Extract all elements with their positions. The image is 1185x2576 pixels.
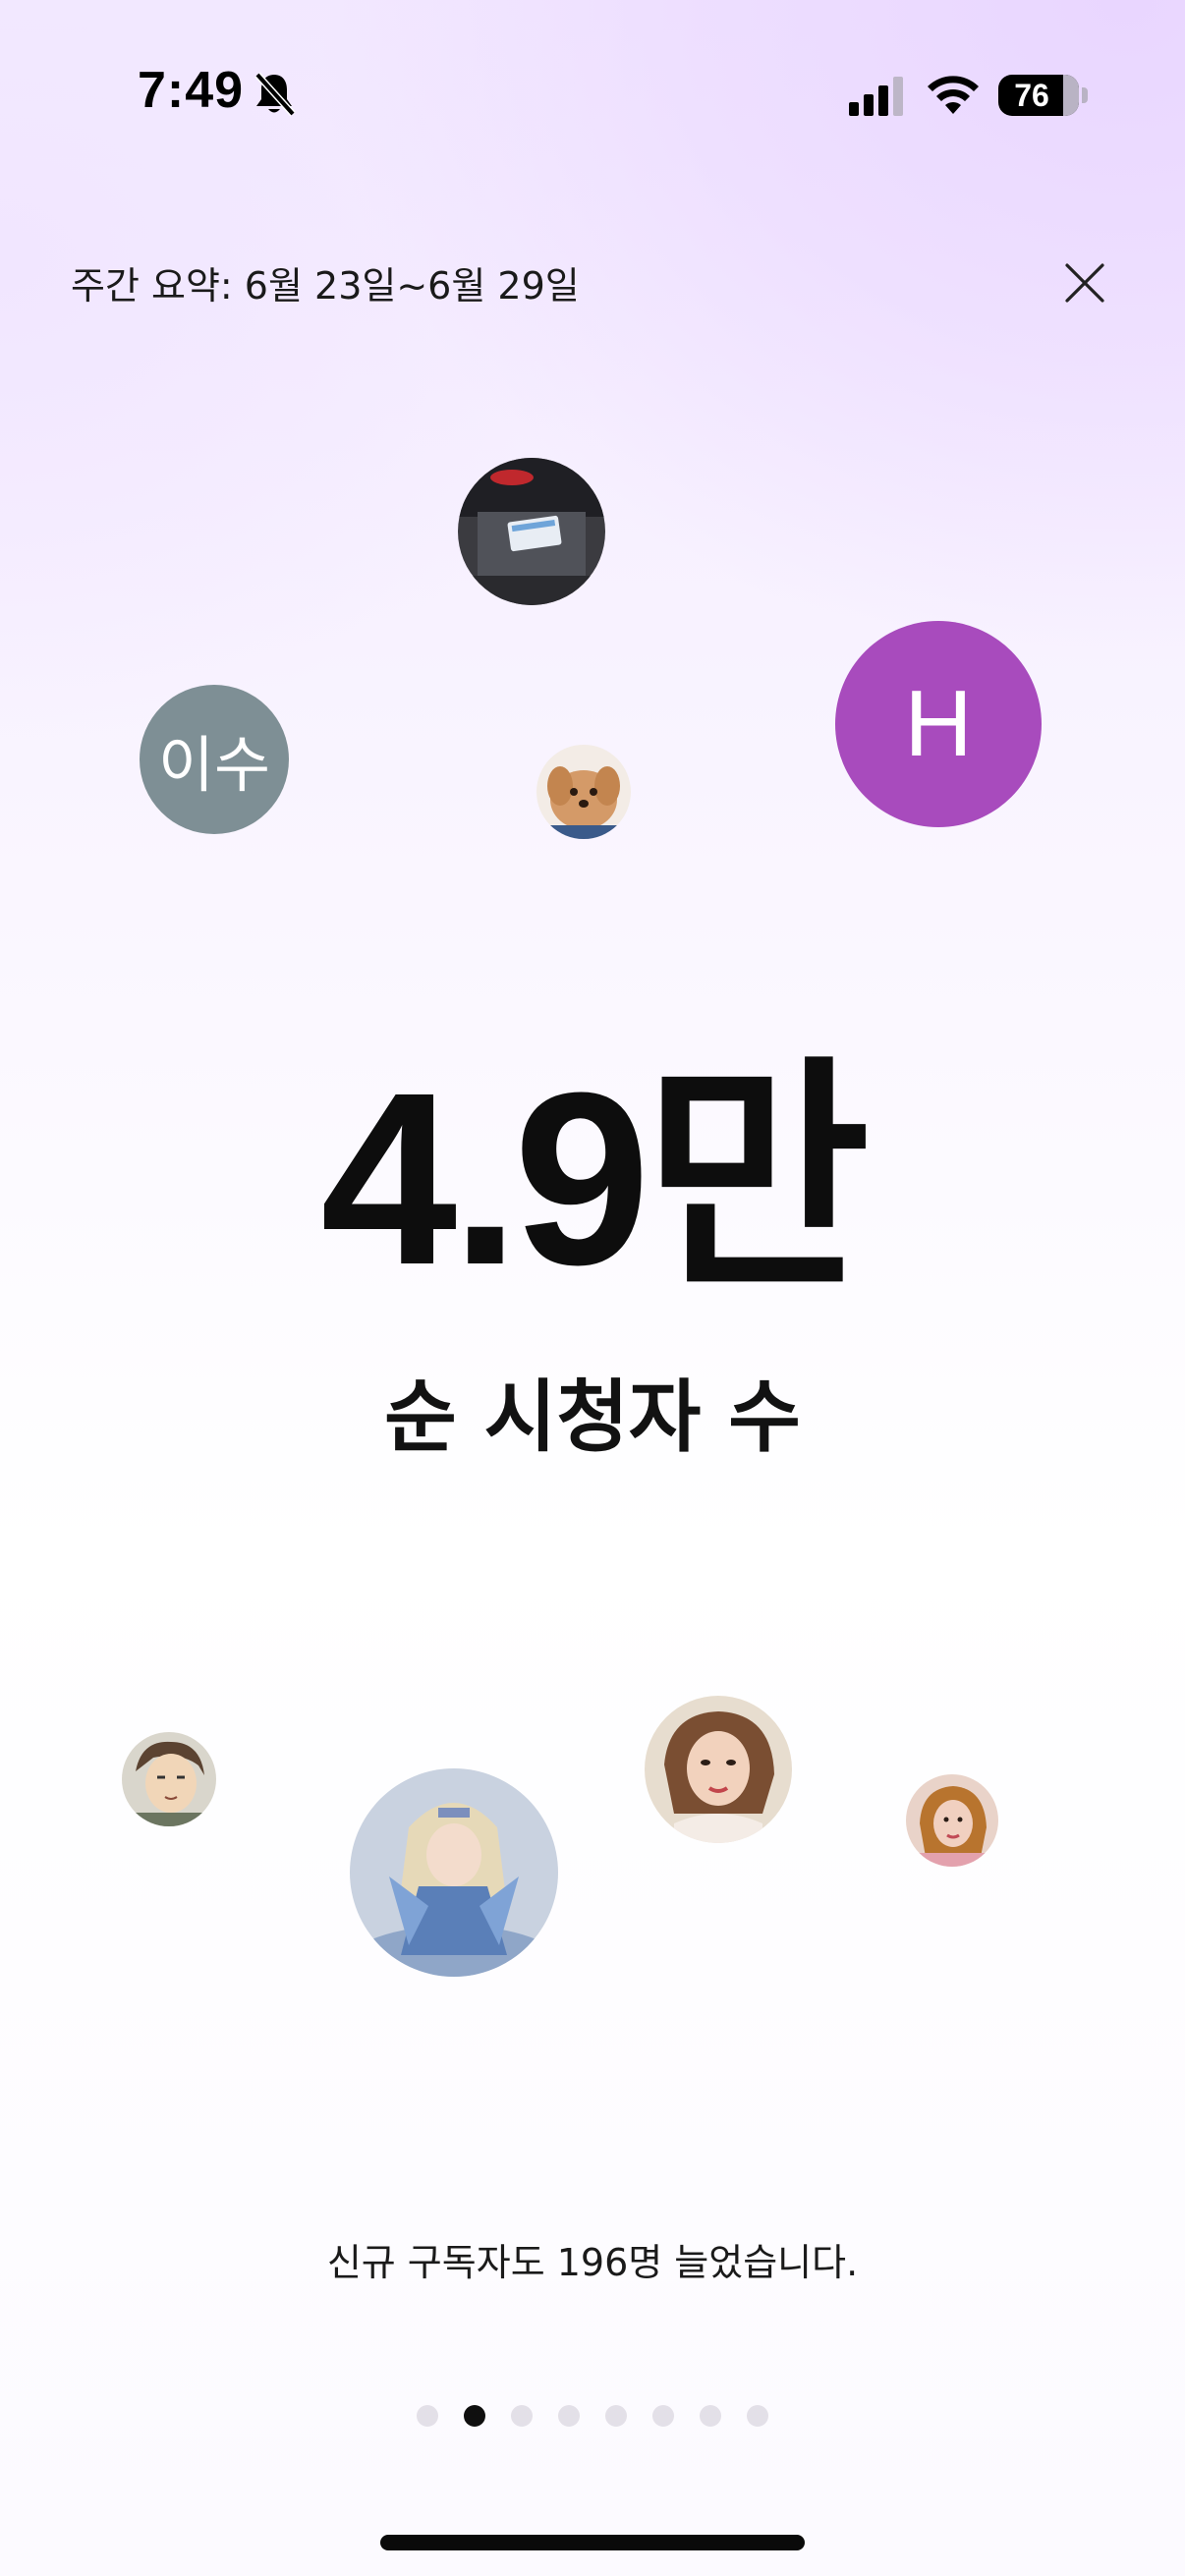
summary-title: 주간 요약: 6월 23일~6월 29일 — [71, 264, 580, 308]
battery-icon: 76 — [998, 75, 1079, 116]
wifi-icon — [928, 76, 979, 114]
viewer-avatar-h: H — [835, 621, 1042, 827]
page-dot-4[interactable] — [558, 2405, 580, 2427]
battery-level: 76 — [1014, 77, 1049, 113]
viewer-avatar-woman-2 — [906, 1774, 998, 1867]
page-dot-2[interactable] — [464, 2405, 485, 2427]
viewer-avatar-fantasy — [350, 1768, 558, 1977]
page-indicator[interactable] — [0, 2405, 1185, 2427]
close-icon[interactable] — [1059, 257, 1110, 308]
page-dot-7[interactable] — [700, 2405, 721, 2427]
viewer-avatar-car — [458, 458, 605, 605]
page-dot-5[interactable] — [605, 2405, 627, 2427]
viewer-avatar-isu: 이수 — [140, 685, 289, 834]
status-bar: 7:49 76 — [0, 0, 1185, 196]
avatar-initials: H — [904, 671, 973, 776]
avatar-initials: 이수 — [157, 732, 271, 800]
battery-tip — [1082, 87, 1088, 103]
unique-viewers-label: 순 시청자 수 — [384, 1372, 801, 1463]
new-subscribers-message: 신규 구독자도 196명 늘었습니다. — [326, 2241, 859, 2284]
cellular-signal-icon — [849, 77, 903, 116]
status-time: 7:49 — [138, 62, 245, 119]
page-dot-6[interactable] — [652, 2405, 674, 2427]
page-dot-3[interactable] — [511, 2405, 533, 2427]
page-dot-8[interactable] — [747, 2405, 768, 2427]
viewer-avatar-anime — [122, 1732, 216, 1826]
page-dot-1[interactable] — [417, 2405, 438, 2427]
viewer-avatar-puppy — [536, 745, 631, 839]
unique-viewers-value: 4.9만 — [320, 1041, 871, 1316]
bell-slash-icon — [254, 72, 296, 117]
home-indicator[interactable] — [380, 2535, 805, 2550]
viewer-avatar-woman-1 — [645, 1696, 792, 1843]
